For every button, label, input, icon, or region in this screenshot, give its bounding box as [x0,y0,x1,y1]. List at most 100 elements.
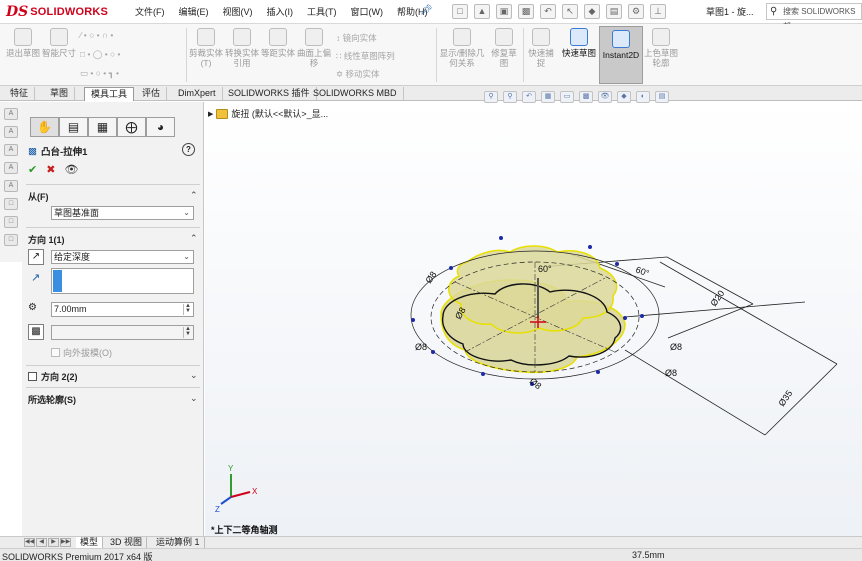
chevron-up-icon[interactable]: ⌃ [190,190,198,201]
strip-tool-icon[interactable]: □ [4,234,18,246]
reverse-direction-icon[interactable]: ↗ [28,249,44,265]
cancel-button[interactable]: ✖ [46,163,55,176]
offset-entities-button[interactable]: 等距实体 [260,28,296,58]
draft-outward-checkbox[interactable]: 向外拔模(O) [51,346,112,359]
undo-icon[interactable]: ↶ [540,4,556,19]
next-tab-icon[interactable]: ▶ [48,538,59,547]
linear-pattern-button[interactable]: ∷ 线性草图阵列 [336,50,395,62]
mirror-entities-button[interactable]: ↕ 镜向实体 [336,32,377,44]
open-icon[interactable]: ▲ [474,4,490,19]
display-style-icon[interactable]: ▩ [579,91,593,103]
quick-snaps-button[interactable]: 快速捕捉 [526,28,556,68]
draft-toggle-icon[interactable]: ▩ [28,324,44,340]
end-condition-dropdown[interactable]: 给定深度 ⌄ [51,250,194,264]
menu-edit[interactable]: 编辑(E) [172,5,216,19]
direction-selection-box[interactable] [51,268,194,294]
menu-tools[interactable]: 工具(T) [300,5,344,19]
menu-file[interactable]: 文件(F) [128,5,172,19]
solidworks-logo[interactable]: DS SOLIDWORKS [6,4,108,20]
expand-arrow-icon[interactable]: ▶ [208,110,213,118]
selected-contours-section[interactable]: 所选轮廓(S) [28,393,76,406]
dim-label[interactable]: Ø8 [670,342,682,352]
help-icon[interactable]: ? [182,143,195,156]
direction2-section[interactable]: 方向 2(2) [28,370,78,383]
rebuild-icon[interactable]: ◆ [584,4,600,19]
ok-button[interactable]: ✔ [28,163,37,176]
instant2d-button[interactable]: Instant2D [600,30,642,60]
depth-input[interactable]: 7.00mm ▲ ▼ [51,302,194,317]
first-tab-icon[interactable]: ◀◀ [24,538,35,547]
new-icon[interactable]: □ [452,4,468,19]
dim-label[interactable]: Ø8 [423,270,438,286]
prev-tab-icon[interactable]: ◀ [36,538,47,547]
tab-mbd[interactable]: SOLIDWORKS MBD [307,87,404,101]
tab-sketch[interactable]: 草图 [44,87,76,101]
tab-dimxpert[interactable]: DimXpert [172,87,223,101]
tab-features[interactable]: 特征 [4,87,36,101]
preview-eye-icon[interactable]: 👁︎ [64,163,78,176]
search-input[interactable]: ⚲ 搜索 SOLIDWORKS 帮 [766,3,862,31]
line-tools[interactable]: ∕ • ○ • ∩ • [80,30,113,40]
dim-label[interactable]: 60° [538,264,552,274]
shaded-sketch-button[interactable]: 上色草图轮廓 [644,28,678,68]
dim-label[interactable]: Ø8 [528,376,544,391]
sketch-origin-icon[interactable]: ⊥ [650,4,666,19]
convert-entities-button[interactable]: 转换实体引用 [224,28,260,68]
view-settings-icon[interactable]: ▤ [655,91,669,103]
zoom-area-icon[interactable]: ⚲ [503,91,517,103]
chevron-down-icon[interactable]: ⌄ [190,370,198,381]
strip-tool-icon[interactable]: □ [4,198,18,210]
hide-show-icon[interactable]: 👁︎ [598,91,612,103]
exit-sketch-button[interactable]: 退出草图 [4,28,42,58]
feature-manager-tab[interactable]: ✋ [30,117,59,137]
dim-label[interactable]: Ø35 [776,388,794,408]
smart-dimension-button[interactable]: 智能尺寸 [42,28,76,58]
property-manager-tab[interactable]: ▤ [59,117,88,137]
dim-label[interactable]: Ø8 [665,368,677,378]
trim-entities-button[interactable]: 剪裁实体(T) [188,28,224,68]
direction1-section[interactable]: 方向 1(1) [28,233,65,246]
strip-tool-icon[interactable]: A [4,162,18,174]
file-properties-icon[interactable]: ▤ [606,4,622,19]
configuration-manager-tab[interactable]: ▦ [88,117,117,137]
rapid-sketch-button[interactable]: 快速草图 [562,28,596,58]
dim-label[interactable]: 60° [634,264,651,278]
strip-tool-icon[interactable]: A [4,144,18,156]
spin-arrows-icon[interactable]: ▲ ▼ [183,303,192,315]
menu-window[interactable]: 窗口(W) [344,5,391,19]
zoom-to-fit-icon[interactable]: ⚲ [484,91,498,103]
rect-tools[interactable]: □ • ◯ • ○ • [80,49,121,60]
select-icon[interactable]: ↖ [562,4,578,19]
previous-view-icon[interactable]: ↶ [522,91,536,103]
spin-arrows-icon[interactable]: ▲ ▼ [183,326,192,338]
pin-icon[interactable]: 📌︎ [420,5,433,16]
display-manager-tab[interactable]: ◕ [146,117,175,137]
repair-sketch-button[interactable]: 修复草图 [488,28,520,68]
feature-tree-flyout[interactable]: ▶ 旋扭 (默认<<默认>_显... [208,107,328,120]
print-icon[interactable]: ▩ [518,4,534,19]
surface-offset-button[interactable]: 曲面上偏移 [296,28,332,68]
from-dropdown[interactable]: 草图基准面 ⌄ [51,206,194,220]
chevron-up-icon[interactable]: ⌃ [190,233,198,244]
chevron-down-icon[interactable]: ⌄ [190,393,198,404]
strip-tool-icon[interactable]: A [4,108,18,120]
strip-tool-icon[interactable]: A [4,180,18,192]
move-entities-button[interactable]: ✡ 移动实体 [336,68,380,80]
menu-view[interactable]: 视图(V) [216,5,260,19]
save-icon[interactable]: ▣ [496,4,512,19]
edit-appearance-icon[interactable]: ◆ [617,91,631,103]
view-orientation-icon[interactable]: ▭ [560,91,574,103]
menu-insert[interactable]: 插入(I) [260,5,301,19]
options-gear-icon[interactable]: ⚙ [628,4,644,19]
scene-icon[interactable]: ◐ [636,91,650,103]
strip-tool-icon[interactable]: □ [4,216,18,228]
dim-label[interactable]: Ø8 [415,342,427,352]
section-view-icon[interactable]: ▦ [541,91,555,103]
graphics-area[interactable]: Ø8 Ø8 Ø8 Ø8 Ø8 Ø8 60° 60° Ø20 Ø35 Y X Z [205,102,862,536]
last-tab-icon[interactable]: ▶▶ [60,538,71,547]
model-viewport[interactable]: Ø8 Ø8 Ø8 Ø8 Ø8 Ø8 60° 60° Ø20 Ø35 Y X Z [205,102,862,536]
relations-button[interactable]: 显示/删除几何关系 [438,28,486,68]
tab-addins[interactable]: SOLIDWORKS 插件 [222,87,317,101]
strip-tool-icon[interactable]: A [4,126,18,138]
draft-angle-input[interactable]: ▲ ▼ [51,325,194,340]
